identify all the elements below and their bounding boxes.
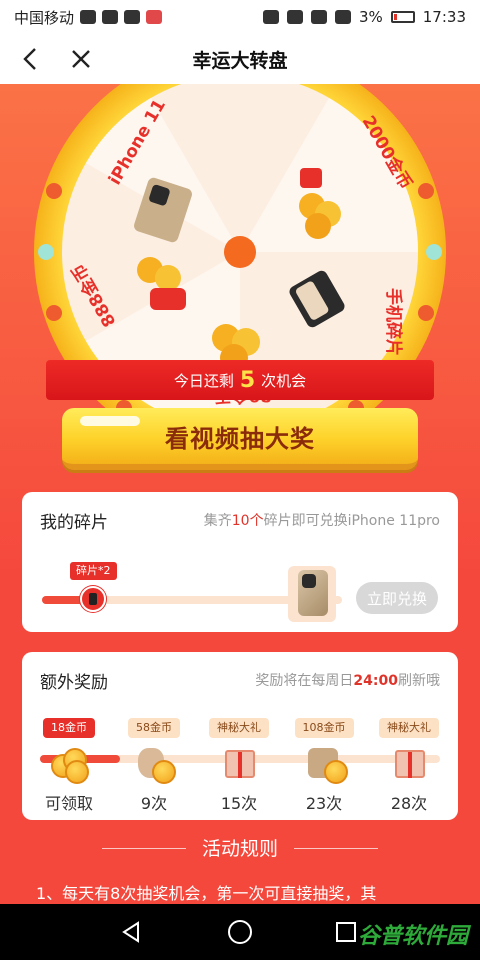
bonus-tag: 108金币 xyxy=(294,718,354,738)
iphone-prize-image xyxy=(288,566,336,622)
bonus-hint-prefix: 奖励将在每周日 xyxy=(255,673,354,689)
bonus-card: 额外奖励 奖励将在每周日24:00刷新哦 18金币 可领取 58金币 9次 神秘… xyxy=(22,652,458,820)
fragments-count-badge: 碎片*2 xyxy=(70,562,117,580)
watermark-logo: 谷普软件园 xyxy=(357,924,468,949)
fragments-title: 我的碎片 xyxy=(40,513,108,533)
rules-text: 1、每天有8次抽奖机会，第一次可直接抽奖，其 xyxy=(36,884,377,903)
fragments-card: 我的碎片 集齐10个碎片即可兑换iPhone 11pro 碎片*2 立即兑换 xyxy=(22,492,458,632)
carrier-name: 中国移动 xyxy=(14,8,75,27)
remaining-chances: 今日还剩 5 次机会 xyxy=(46,360,434,400)
bonus-label: 15次 xyxy=(220,794,258,813)
wheel-center-button[interactable] xyxy=(224,236,256,268)
wifi-icon xyxy=(310,10,327,24)
treasure-chest-icon xyxy=(302,744,348,784)
system-recents-icon[interactable] xyxy=(336,922,356,942)
notification-icon xyxy=(80,10,97,24)
coins-icon xyxy=(47,744,91,784)
watch-video-label: 看视频抽大奖 xyxy=(165,424,315,453)
battery-percent: 3% xyxy=(358,8,383,26)
clock: 17:33 xyxy=(422,8,466,26)
fragments-hint-suffix: 碎片即可兑换iPhone 11pro xyxy=(263,513,440,529)
bonus-hint: 奖励将在每周日24:00刷新哦 xyxy=(255,670,440,690)
coin-bag-icon xyxy=(132,744,176,784)
back-arrow-icon[interactable] xyxy=(16,44,46,74)
gift-box-icon xyxy=(217,744,261,784)
page-title: 幸运大转盘 xyxy=(192,49,288,72)
bonus-label: 可领取 xyxy=(44,794,93,813)
nav-bar: 幸运大转盘 xyxy=(0,34,480,84)
hd-icon xyxy=(286,10,303,24)
system-nav-bar: 谷普软件园 xyxy=(0,904,480,960)
fragments-hint: 集齐10个碎片即可兑换iPhone 11pro xyxy=(204,510,440,530)
rules-title: 活动规则 xyxy=(201,838,278,860)
bonus-item-18-coins[interactable]: 18金币 可领取 xyxy=(26,716,112,814)
bonus-tag: 58金币 xyxy=(128,718,180,738)
fragments-hint-count: 10个 xyxy=(231,513,264,529)
bonus-label: 28次 xyxy=(390,794,428,813)
wechat-icon xyxy=(102,10,119,24)
status-bar: 中国移动 3% 17:33 xyxy=(0,0,480,34)
close-icon[interactable] xyxy=(66,44,96,74)
phone-fragment-icon xyxy=(80,586,106,612)
redeem-button[interactable]: 立即兑换 xyxy=(356,582,438,614)
signal-icon xyxy=(334,10,351,24)
chances-count: 5 xyxy=(239,367,256,393)
bonus-tag: 18金币 xyxy=(43,718,95,738)
main-content: iPhone 11 2000金币 手机碎片 89金币 888金币 今日还剩 5 … xyxy=(0,84,480,904)
bonus-item-58-coins[interactable]: 58金币 9次 xyxy=(111,716,197,814)
bonus-item-mystery-gift-2[interactable]: 神秘大礼 28次 xyxy=(366,716,452,814)
bonus-item-mystery-gift[interactable]: 神秘大礼 15次 xyxy=(196,716,282,814)
bonus-tag: 神秘大礼 xyxy=(209,718,269,738)
chat-icon xyxy=(124,10,141,24)
app-icon xyxy=(146,10,163,24)
watch-video-button[interactable]: 看视频抽大奖 xyxy=(62,408,418,470)
system-home-icon[interactable] xyxy=(228,920,252,944)
bonus-item-108-coins[interactable]: 108金币 23次 xyxy=(281,716,367,814)
bonus-tag: 神秘大礼 xyxy=(379,718,439,738)
chances-prefix: 今日还剩 xyxy=(173,371,234,390)
gift-box-icon xyxy=(387,744,431,784)
fragments-hint-prefix: 集齐 xyxy=(203,513,232,529)
system-back-icon[interactable] xyxy=(120,920,144,944)
wheel-prize-label: 手机碎片 xyxy=(383,288,404,356)
bonus-hint-time: 24:00 xyxy=(353,673,398,689)
bonus-hint-suffix: 刷新哦 xyxy=(398,673,440,689)
bonus-title: 额外奖励 xyxy=(40,673,108,693)
bonus-label: 9次 xyxy=(140,794,168,813)
battery-icon xyxy=(390,11,415,23)
bonus-label: 23次 xyxy=(305,794,343,813)
chances-suffix: 次机会 xyxy=(261,371,307,390)
mute-icon xyxy=(262,10,279,24)
